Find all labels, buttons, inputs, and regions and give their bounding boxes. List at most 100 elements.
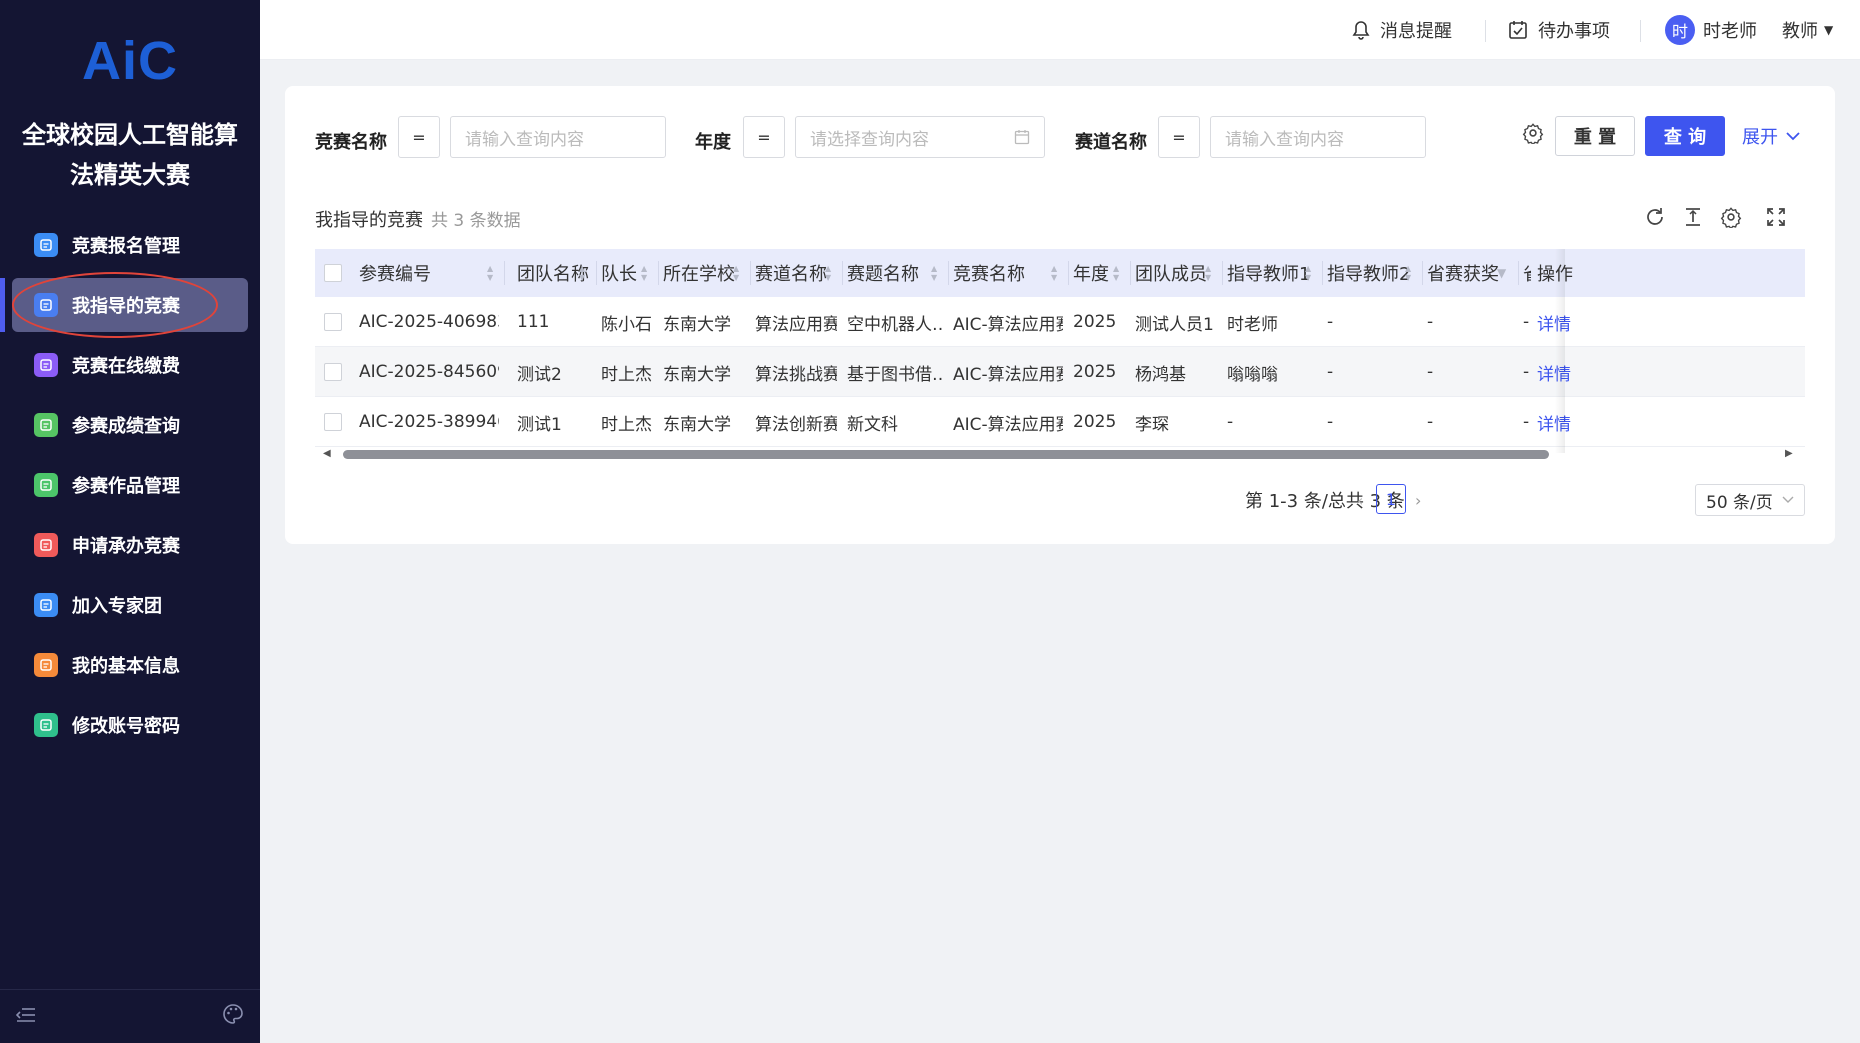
sort-icon[interactable]: ▲ ▼ <box>1405 249 1411 297</box>
year-label: 年度 <box>695 132 731 153</box>
sidebar-item-4[interactable]: 参赛成绩查询 <box>12 398 248 452</box>
row-checkbox[interactable] <box>324 363 342 381</box>
reset-button[interactable]: 重 置 <box>1555 116 1635 156</box>
table-header: 参赛编号 ▲ ▼ 团队名称 ▲ ▼ 队长 ▲ ▼ 所在学校 ▲ ▼ 赛道名称 ▲ ▼ 赛题名称 ▲ ▼ 竞赛名称 ▲ ▼… <box>315 249 1805 297</box>
table-cell: - <box>1523 412 1530 432</box>
year-placeholder: 请选择查询内容 <box>810 129 929 150</box>
details-link[interactable]: 详情 <box>1537 347 1805 397</box>
scroll-left-icon[interactable]: ◀ <box>323 448 331 459</box>
sidebar-item-1[interactable]: 竞赛报名管理 <box>12 218 248 272</box>
table-cell: 东南大学 <box>663 414 731 435</box>
sidebar-item-label: 参赛成绩查询 <box>72 416 180 437</box>
table-cell: AIC-2025-84560948 <box>359 362 499 382</box>
table-cell: 111 <box>517 312 550 332</box>
details-link[interactable]: 详情 <box>1537 397 1805 447</box>
sort-icon[interactable]: ▲ ▼ <box>1305 249 1311 297</box>
user-menu[interactable]: 时 时老师 <box>1665 0 1757 60</box>
logo: AiC <box>0 30 260 92</box>
guide-icon <box>34 293 58 317</box>
sort-icon[interactable]: ▲ ▼ <box>1205 249 1211 297</box>
row-checkbox[interactable] <box>324 313 342 331</box>
column-settings-icon[interactable] <box>1718 204 1744 230</box>
fullscreen-icon[interactable] <box>1763 204 1789 230</box>
theme-palette-icon[interactable] <box>222 1003 244 1030</box>
top-header: 消息提醒 待办事项 时 时老师 教师 ▼ <box>260 0 1860 60</box>
sidebar-item-7[interactable]: 加入专家团 <box>12 578 248 632</box>
filter-settings-icon[interactable] <box>1522 122 1544 149</box>
table-cell: AIC-算法应用赛 <box>953 314 1063 335</box>
sort-icon[interactable]: ▲ ▼ <box>579 249 585 297</box>
sidebar-item-label: 我指导的竞赛 <box>72 296 180 317</box>
scrollbar-thumb[interactable] <box>343 450 1549 459</box>
sidebar-item-2[interactable]: 我指导的竞赛 <box>0 278 248 332</box>
profile-icon <box>34 653 58 677</box>
sidebar-item-3[interactable]: 竞赛在线缴费 <box>12 338 248 392</box>
role-label: 教师 <box>1782 21 1818 42</box>
query-button[interactable]: 查 询 <box>1645 116 1725 156</box>
filter-icon[interactable]: ▼ <box>1497 249 1506 297</box>
sidebar-item-5[interactable]: 参赛作品管理 <box>12 458 248 512</box>
page-size-select[interactable]: 50 条/页 <box>1695 484 1805 516</box>
competition-name-placeholder: 请输入查询内容 <box>465 129 584 150</box>
sidebar-item-8[interactable]: 我的基本信息 <box>12 638 248 692</box>
table-title-text: 我指导的竞赛 <box>315 210 423 231</box>
todo-button[interactable]: 待办事项 <box>1508 0 1610 60</box>
prev-page-icon[interactable]: ‹ <box>1357 484 1363 516</box>
role-dropdown[interactable]: 教师 ▼ <box>1782 0 1833 60</box>
chevron-down-icon <box>1786 131 1800 141</box>
row-checkbox[interactable] <box>324 413 342 431</box>
table-cell: 测试1 <box>517 414 562 435</box>
table-cell: 东南大学 <box>663 314 731 335</box>
todo-label: 待办事项 <box>1538 21 1610 42</box>
sort-icon[interactable]: ▲ ▼ <box>733 249 739 297</box>
scroll-right-icon[interactable]: ▶ <box>1785 448 1793 459</box>
track-operator-select[interactable]: = <box>1158 116 1200 158</box>
column-header[interactable]: 指导教师1 <box>1227 249 1317 297</box>
sort-icon[interactable]: ▲ ▼ <box>487 249 493 297</box>
page-number-current[interactable]: 1 <box>1376 484 1406 514</box>
table-cell: 时上杰 <box>601 364 652 385</box>
table-cell: - <box>1427 362 1434 382</box>
host-icon <box>34 533 58 557</box>
collapse-menu-icon[interactable] <box>15 1005 36 1029</box>
sort-icon[interactable]: ▲ ▼ <box>825 249 831 297</box>
column-header[interactable]: 赛题名称 <box>847 249 943 297</box>
expand-filters-button[interactable]: 展开 <box>1742 116 1800 156</box>
column-header[interactable]: 参赛编号 <box>359 249 499 297</box>
sidebar-item-9[interactable]: 修改账号密码 <box>12 698 248 752</box>
column-header[interactable]: 指导教师2 <box>1327 249 1417 297</box>
expand-label: 展开 <box>1742 127 1778 148</box>
notifications-button[interactable]: 消息提醒 <box>1352 0 1452 60</box>
sort-icon[interactable]: ▲ ▼ <box>931 249 937 297</box>
table-cell: 新文科 <box>847 414 898 435</box>
column-height-icon[interactable] <box>1680 204 1706 230</box>
next-page-icon[interactable]: › <box>1415 484 1421 516</box>
track-name-input[interactable]: 请输入查询内容 <box>1210 116 1426 158</box>
password-icon <box>34 713 58 737</box>
logo-mark: AiC <box>82 31 178 91</box>
avatar: 时 <box>1665 15 1695 45</box>
competition-name-input[interactable]: 请输入查询内容 <box>450 116 666 158</box>
horizontal-scrollbar[interactable]: ◀ ▶ <box>315 446 1805 462</box>
sidebar-item-label: 我的基本信息 <box>72 656 180 677</box>
app-title: 全球校园人工智能算 法精英大赛 <box>0 115 260 195</box>
column-header: 省 <box>1523 249 1531 297</box>
sidebar-item-label: 修改账号密码 <box>72 716 180 737</box>
sort-icon[interactable]: ▲ ▼ <box>1113 249 1119 297</box>
table-cell: 2025 <box>1073 412 1117 432</box>
competition-operator-select[interactable]: = <box>398 116 440 158</box>
select-all-checkbox[interactable] <box>324 264 342 282</box>
sidebar-menu: 竞赛报名管理我指导的竞赛竞赛在线缴费参赛成绩查询参赛作品管理 申请承办竞赛 加入专家… <box>0 218 260 758</box>
refresh-icon[interactable] <box>1642 204 1668 230</box>
sidebar-item-6[interactable]: 申请承办竞赛 <box>12 518 248 572</box>
details-link[interactable]: 详情 <box>1537 297 1805 347</box>
sort-icon[interactable]: ▲ ▼ <box>1051 249 1057 297</box>
table-cell: - <box>1523 362 1530 382</box>
column-header: 操作 <box>1537 249 1805 297</box>
column-header[interactable]: 竞赛名称 <box>953 249 1063 297</box>
sort-icon[interactable]: ▲ ▼ <box>641 249 647 297</box>
table-row: AIC-2025-38994626 测试1 时上杰东南大学 算法创新赛新文科 AIC-算… <box>315 397 1805 447</box>
year-picker[interactable]: 请选择查询内容 <box>795 116 1045 158</box>
year-operator-select[interactable]: = <box>743 116 785 158</box>
calendar-icon <box>1014 129 1030 145</box>
